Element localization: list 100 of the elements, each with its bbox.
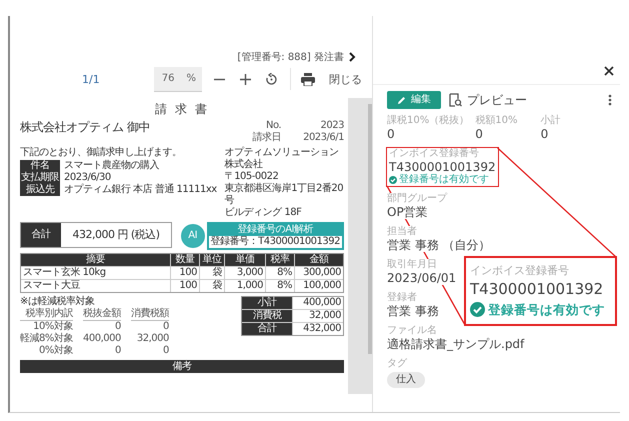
table-cell: 1,000 (225, 280, 265, 292)
remarks-header: 備考 (20, 360, 344, 373)
table-cell: スマート大豆 (21, 280, 170, 292)
summary-value: 400,000 (293, 297, 343, 309)
close-icon[interactable] (604, 66, 614, 76)
ai-result-title: 登録番号のAI解析 (208, 224, 342, 236)
ai-result-number: 登録番号：T4300001001392 (210, 236, 341, 248)
column-header: 単価 (225, 254, 265, 266)
callout-status: 登録番号は有効です (470, 301, 605, 318)
summary-value: 432,000 (293, 323, 343, 335)
zoom-field[interactable]: 76 % (154, 66, 202, 92)
callout-label: インボイス登録番号 (470, 264, 569, 278)
table-cell: 300,000 (295, 267, 343, 279)
validation-message: 登録番号は有効です (389, 174, 489, 186)
summary-value: 32,000 (293, 310, 343, 322)
ai-badge: AI (180, 224, 205, 248)
table-cell-text: 10%対象 (32, 321, 73, 332)
field-label: 登録者 (387, 292, 417, 304)
document-search-icon (449, 93, 462, 107)
issuer-line: 〒105-0022 (224, 171, 280, 182)
total-amount: 432,000 円 (税込) (71, 227, 161, 243)
more-icon[interactable] (608, 94, 612, 106)
table-cell: 400,000 (82, 333, 121, 345)
column-header: 消費税額 (130, 308, 169, 321)
field-label: 担当者 (387, 226, 417, 238)
field-label: 小計 (540, 115, 561, 127)
check-circle-icon (470, 302, 485, 317)
close-button[interactable]: 閉じる (329, 69, 362, 89)
table-cell: 100 (171, 280, 199, 292)
summary-label: 合計 (242, 323, 292, 335)
column-header: 税率 (266, 254, 294, 266)
field-value: 適格請求書_サンプル.pdf (387, 337, 524, 351)
field-label: 取引年月日 (387, 259, 437, 271)
info-value: オプティム銀行 本店 普通 11111xx (63, 184, 217, 196)
total-label: 合計 (21, 223, 61, 247)
table-cell-text: 軽減8%対象 (20, 333, 73, 344)
column-header: 数量 (171, 254, 199, 266)
table-cell-text: 0 (162, 345, 169, 357)
chevron-right-icon[interactable] (348, 52, 356, 62)
info-label: 件名 (20, 160, 60, 172)
issuer-line: ビルディング 18F (224, 207, 302, 219)
field-value: OP営業 (387, 205, 428, 219)
summary-label: 小計 (242, 297, 292, 309)
print-icon[interactable] (301, 72, 315, 86)
field-value: 0 (475, 127, 483, 141)
table-cell: 3,000 (225, 267, 265, 279)
table-cell: 8% (266, 267, 294, 279)
document-title: 請 求 書 (154, 102, 210, 117)
table-cell-text: 0 (114, 321, 121, 333)
field-value: 2023/06/01 (387, 271, 456, 285)
field-label: タグ (387, 358, 407, 370)
table-cell-text: 32,000 (136, 333, 169, 345)
field-value: T4300001001392 (389, 160, 496, 174)
field-value: 0 (540, 127, 548, 141)
info-value: スマート農産物の購入 (63, 160, 160, 172)
issuer-line: オプティムソリューション株式会社 (224, 147, 340, 171)
issuer-line: 東京都港区海岸1丁目2番20号 (224, 183, 344, 207)
meta-value: 2023/6/1 (303, 132, 344, 144)
table-cell: 100 (171, 267, 199, 279)
info-label: 振込先 (20, 184, 60, 196)
meta-label: 請求日 (252, 132, 282, 144)
column-header: 税率別内訳 (20, 308, 73, 321)
field-label: インボイス登録番号 (389, 148, 479, 160)
page-indicator: 1/1 (82, 72, 100, 86)
info-value: 2023/6/30 (63, 172, 112, 184)
field-label: 税額10% (475, 115, 518, 127)
column-header: 税抜金額 (82, 308, 121, 321)
table-cell: 袋 (200, 280, 224, 292)
note-text: ※は軽減税率対象 (20, 296, 96, 308)
callout-number: T4300001001392 (470, 280, 604, 299)
addressee: 株式会社オプティム 御中 (20, 120, 150, 135)
scrollbar-thumb[interactable] (368, 104, 372, 354)
field-label: ファイル名 (387, 325, 437, 337)
meta-value: 2023 (320, 120, 344, 132)
table-cell: 100,000 (295, 280, 343, 292)
column-header: 単位 (200, 254, 224, 266)
info-label: 支払期限 (20, 172, 60, 184)
table-cell-text: 0 (114, 345, 121, 357)
column-header: 金額 (295, 254, 343, 266)
table-cell: 袋 (200, 267, 224, 279)
pencil-icon (397, 96, 406, 104)
rotate-icon[interactable] (264, 72, 278, 86)
preview-button[interactable]: プレビュー (449, 93, 527, 107)
field-label: 部門グループ (387, 193, 447, 205)
breadcrumb[interactable]: [管理番号: 888] 発注書 (237, 50, 344, 64)
tag-chip[interactable]: 仕入 (387, 372, 425, 388)
meta-label: No. (264, 120, 282, 132)
plus-icon[interactable] (240, 74, 250, 84)
table-cell: スマート玄米 10kg (21, 267, 170, 279)
edit-button[interactable]: 編集 (387, 91, 441, 109)
greeting-text: 下記のとおり、御請求申し上げます。 (20, 147, 182, 159)
field-value: 営業 事務 (387, 304, 439, 318)
table-cell-text: 0 (162, 321, 169, 333)
table-cell-text: 0%対象 (38, 345, 73, 357)
column-header: 摘要 (21, 254, 170, 266)
summary-label: 消費税 (242, 310, 292, 322)
field-value: 0 (387, 127, 395, 141)
scrollbar-track[interactable] (348, 98, 372, 394)
check-circle-icon (389, 176, 397, 184)
table-cell: 8% (266, 280, 294, 292)
